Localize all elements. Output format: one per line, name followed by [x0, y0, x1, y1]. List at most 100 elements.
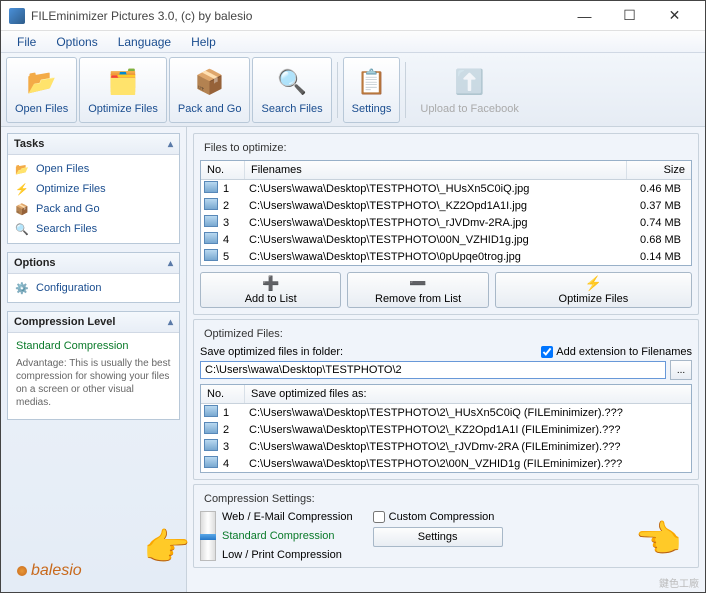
optimized-list[interactable]: No. Save optimized files as: 1C:\Users\w…: [200, 384, 692, 473]
toolbar-upload-facebook: ⬆️Upload to Facebook: [411, 57, 527, 123]
app-icon: [9, 8, 25, 24]
compression-description: Advantage: This is usually the best comp…: [12, 355, 175, 415]
col-filenames[interactable]: Filenames: [245, 161, 627, 179]
titlebar: FILEminimizer Pictures 3.0, (c) by bales…: [1, 1, 705, 31]
toolbar-settings[interactable]: 📋Settings: [343, 57, 401, 123]
image-file-icon: [204, 249, 218, 261]
image-file-icon: [204, 439, 218, 451]
col-no[interactable]: No.: [201, 385, 245, 403]
logo-dot-icon: [17, 566, 27, 576]
chevron-up-icon[interactable]: ▴: [168, 139, 173, 150]
settings-icon: 📋: [354, 65, 390, 101]
toolbar-separator: [337, 62, 338, 118]
bolt-icon: ⚡: [585, 275, 602, 292]
slider-thumb[interactable]: [200, 534, 216, 540]
image-file-icon: [204, 181, 218, 193]
sidebar-item-open-files[interactable]: 📂Open Files: [12, 159, 175, 179]
level-low[interactable]: Low / Print Compression: [222, 549, 353, 561]
image-file-icon: [204, 422, 218, 434]
browse-folder-button[interactable]: ...: [670, 360, 692, 380]
pack-icon: 📦: [192, 65, 228, 101]
compression-settings-group: Compression Settings: Web / E-Mail Compr…: [193, 484, 699, 568]
maximize-button[interactable]: ☐: [607, 1, 652, 31]
optimized-files-label: Optimized Files:: [200, 328, 287, 340]
box-icon: 📦: [14, 202, 30, 216]
tasks-panel: Tasks ▴ 📂Open Files ⚡Optimize Files 📦Pack…: [7, 133, 180, 244]
col-no[interactable]: No.: [201, 161, 245, 179]
col-saveas[interactable]: Save optimized files as:: [245, 385, 691, 403]
table-row[interactable]: 4C:\Users\wawa\Desktop\TESTPHOTO\2\00N_V…: [201, 455, 691, 472]
sidebar-item-configuration[interactable]: ⚙️Configuration: [12, 278, 175, 298]
compression-slider[interactable]: Web / E-Mail Compression Standard Compre…: [200, 511, 353, 561]
tasks-title: Tasks: [14, 138, 44, 150]
table-row[interactable]: 3C:\Users\wawa\Desktop\TESTPHOTO\_rJVDmv…: [201, 214, 691, 231]
main-area: Files to optimize: No. Filenames Size 1C…: [187, 127, 705, 592]
menu-options[interactable]: Options: [46, 33, 107, 51]
files-list[interactable]: No. Filenames Size 1C:\Users\wawa\Deskto…: [200, 160, 692, 266]
chevron-up-icon[interactable]: ▴: [168, 258, 173, 269]
menu-help[interactable]: Help: [181, 33, 226, 51]
save-in-folder-label: Save optimized files in folder:: [200, 346, 343, 358]
search-icon: 🔍: [14, 222, 30, 236]
table-row[interactable]: 3C:\Users\wawa\Desktop\TESTPHOTO\2\_rJVD…: [201, 438, 691, 455]
toolbar-separator: [405, 62, 406, 118]
table-row[interactable]: 2C:\Users\wawa\Desktop\TESTPHOTO\_KZ2Opd…: [201, 197, 691, 214]
toolbar-optimize-files[interactable]: 🗂️Optimize Files: [79, 57, 167, 123]
menubar: File Options Language Help: [1, 31, 705, 53]
sidebar-item-pack-go[interactable]: 📦Pack and Go: [12, 199, 175, 219]
optimized-files-group: Optimized Files: Save optimized files in…: [193, 319, 699, 480]
compression-subtitle: Standard Compression: [12, 337, 175, 355]
toolbar-open-files[interactable]: 📂Open Files: [6, 57, 77, 123]
image-file-icon: [204, 456, 218, 468]
menu-language[interactable]: Language: [108, 33, 181, 51]
window-title: FILEminimizer Pictures 3.0, (c) by bales…: [31, 9, 562, 23]
image-file-icon: [204, 232, 218, 244]
save-folder-input[interactable]: [200, 361, 666, 379]
sidebar-item-search-files[interactable]: 🔍Search Files: [12, 219, 175, 239]
level-web[interactable]: Web / E-Mail Compression: [222, 511, 353, 523]
optimize-files-button[interactable]: ⚡Optimize Files: [495, 272, 692, 308]
minus-icon: ➖: [409, 275, 426, 292]
watermark: 鍵色工廠: [659, 575, 699, 590]
toolbar-pack-go[interactable]: 📦Pack and Go: [169, 57, 251, 123]
menu-file[interactable]: File: [7, 33, 46, 51]
compression-level-title: Compression Level: [14, 316, 115, 328]
add-extension-checkbox[interactable]: Add extension to Filenames: [541, 346, 692, 358]
options-panel: Options ▴ ⚙️Configuration: [7, 252, 180, 303]
search-icon: 🔍: [274, 65, 310, 101]
folder-icon: 📂: [14, 162, 30, 176]
image-file-icon: [204, 215, 218, 227]
table-row[interactable]: 1C:\Users\wawa\Desktop\TESTPHOTO\2\_HUsX…: [201, 404, 691, 421]
compression-settings-label: Compression Settings:: [200, 493, 319, 505]
compression-level-panel: Compression Level▴ Standard Compression …: [7, 311, 180, 420]
table-row[interactable]: 2C:\Users\wawa\Desktop\TESTPHOTO\2\_KZ2O…: [201, 421, 691, 438]
settings-button[interactable]: Settings: [373, 527, 503, 547]
table-row[interactable]: 1C:\Users\wawa\Desktop\TESTPHOTO\_HUsXn5…: [201, 180, 691, 197]
col-size[interactable]: Size: [627, 161, 691, 179]
sidebar: Tasks ▴ 📂Open Files ⚡Optimize Files 📦Pack…: [1, 127, 187, 592]
remove-from-list-button[interactable]: ➖Remove from List: [347, 272, 488, 308]
options-title: Options: [14, 257, 56, 269]
facebook-icon: ⬆️: [452, 65, 488, 101]
toolbar-search-files[interactable]: 🔍Search Files: [252, 57, 331, 123]
image-file-icon: [204, 405, 218, 417]
plus-icon: ➕: [262, 275, 279, 292]
balesio-logo: balesio: [7, 556, 180, 586]
folder-open-icon: 📂: [24, 65, 60, 101]
files-to-optimize-label: Files to optimize:: [200, 142, 291, 154]
add-to-list-button[interactable]: ➕Add to List: [200, 272, 341, 308]
table-row[interactable]: 4C:\Users\wawa\Desktop\TESTPHOTO\00N_VZH…: [201, 231, 691, 248]
files-to-optimize-group: Files to optimize: No. Filenames Size 1C…: [193, 133, 699, 315]
custom-compression-checkbox[interactable]: Custom Compression: [373, 511, 495, 523]
sidebar-item-optimize-files[interactable]: ⚡Optimize Files: [12, 179, 175, 199]
close-button[interactable]: ✕: [652, 1, 697, 31]
files-list-header: No. Filenames Size: [201, 161, 691, 180]
optimize-icon: 🗂️: [105, 65, 141, 101]
minimize-button[interactable]: —: [562, 1, 607, 31]
level-standard[interactable]: Standard Compression: [222, 530, 353, 542]
toolbar: 📂Open Files 🗂️Optimize Files 📦Pack and G…: [1, 53, 705, 127]
gear-icon: ⚙️: [14, 281, 30, 295]
table-row[interactable]: 5C:\Users\wawa\Desktop\TESTPHOTO\0pUpqe0…: [201, 248, 691, 265]
chevron-up-icon[interactable]: ▴: [168, 317, 173, 328]
image-file-icon: [204, 198, 218, 210]
